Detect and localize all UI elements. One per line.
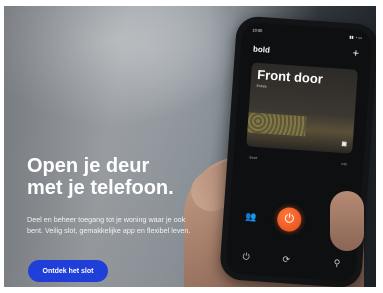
hero-banner: 10:00 ▮▮ ◔ ▭ bold + Front door Entrée ◙ … bbox=[4, 6, 376, 287]
bottom-nav: ⏻ ⟳ ⚲ bbox=[234, 251, 349, 272]
phone-status-bar: 10:00 ▮▮ ◔ ▭ bbox=[252, 27, 362, 43]
discover-lock-button[interactable]: Ontdek het slot bbox=[28, 260, 108, 282]
camera-icon: ◙ bbox=[341, 138, 348, 149]
door-photo-hedge bbox=[247, 112, 307, 137]
tab-left: Bezit bbox=[249, 155, 258, 161]
door-subtitle: Entrée bbox=[256, 83, 267, 89]
door-title: Front door bbox=[256, 66, 324, 87]
unlock-button: ⏻ bbox=[276, 206, 303, 233]
finger-image bbox=[330, 191, 364, 251]
refresh-icon: ⟳ bbox=[282, 254, 291, 265]
headline-line-2: met je telefoon. bbox=[27, 177, 174, 199]
person-icon: ⚲ bbox=[333, 257, 341, 269]
tab-right: Info bbox=[341, 161, 348, 167]
users-icon: 👥 bbox=[245, 211, 257, 223]
app-logo: bold bbox=[252, 44, 271, 55]
status-time: 10:00 bbox=[252, 27, 263, 34]
power-icon: ⏻ bbox=[284, 211, 295, 226]
status-icons: ▮▮ ◔ ▭ bbox=[349, 34, 363, 41]
app-tabs: Bezit Info bbox=[245, 155, 351, 168]
hero-headline: Open je deur met je telefoon. bbox=[27, 155, 174, 199]
power-icon: ⏻ bbox=[242, 251, 251, 262]
hero-body-text: Deel en beheer toegang tot je woning waa… bbox=[27, 215, 191, 235]
headline-line-1: Open je deur bbox=[27, 155, 150, 177]
door-card: Front door Entrée ◙ bbox=[246, 62, 358, 154]
plus-icon: + bbox=[352, 47, 360, 60]
